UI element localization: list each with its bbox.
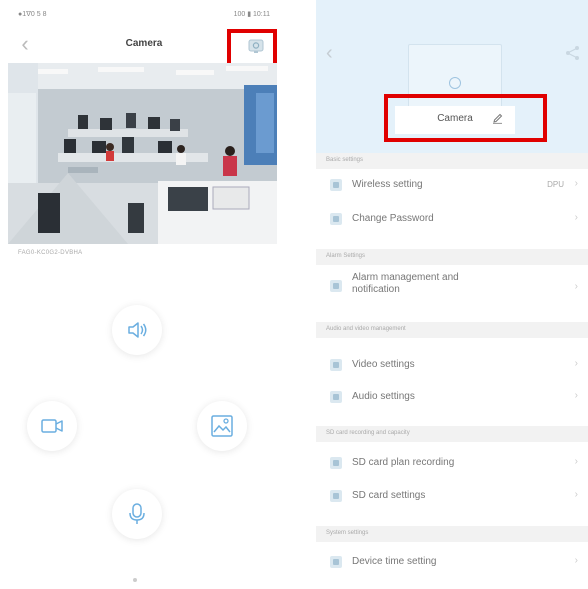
chevron-right-icon: › [574, 555, 578, 566]
device-time-setting-row[interactable]: Device time setting › [316, 546, 588, 578]
sd-card-icon [330, 457, 342, 469]
section-title: SD card recording and capacity [326, 430, 410, 436]
row-label: Device time setting [352, 556, 437, 567]
camera-name-field[interactable]: Camera [395, 106, 515, 134]
chevron-left-icon: ‹ [21, 31, 29, 56]
wifi-icon [330, 179, 342, 191]
section-title: Alarm Settings [326, 253, 366, 259]
section-header-basic: Basic settings [316, 153, 588, 169]
nav-bar: ‹ Camera [0, 30, 288, 62]
settings-button[interactable] [247, 37, 265, 55]
camera-subtitle-placeholder [412, 139, 497, 142]
record-icon [41, 419, 63, 433]
album-icon [211, 415, 233, 437]
chevron-right-icon: › [574, 212, 578, 223]
alarm-icon [330, 280, 342, 292]
microphone-icon [129, 503, 145, 524]
row-value: DPU [547, 180, 564, 189]
pencil-icon[interactable] [492, 113, 503, 124]
sd-card-plan-recording-row[interactable]: SD card plan recording › [316, 447, 588, 479]
share-icon [566, 46, 579, 60]
section-title: Basic settings [326, 157, 364, 163]
settings-header: ‹ Camera [316, 0, 588, 153]
speaker-button[interactable] [112, 305, 162, 355]
gear-icon [248, 39, 264, 53]
chevron-right-icon: › [574, 390, 578, 401]
record-button[interactable] [27, 401, 77, 451]
page-indicator [133, 578, 137, 582]
audio-icon [330, 391, 342, 403]
status-left: ●1ᐁ0 5 8 [18, 11, 47, 18]
speaker-icon [128, 322, 147, 338]
chevron-right-icon: › [574, 489, 578, 500]
clock-icon [330, 556, 342, 568]
page-title: Camera [125, 38, 163, 49]
live-video-feed[interactable] [8, 63, 277, 244]
chevron-right-icon: › [574, 358, 578, 369]
audio-settings-row[interactable]: Audio settings › [316, 381, 588, 413]
chevron-right-icon: › [574, 281, 578, 292]
row-label: Change Password [352, 213, 434, 224]
row-label: Alarm management and notification [352, 272, 459, 295]
section-title: System settings [326, 530, 369, 536]
row-label: Video settings [352, 359, 415, 370]
back-button[interactable]: ‹ [12, 32, 38, 58]
back-button[interactable]: ‹ [326, 42, 333, 65]
section-header-sd-card: SD card recording and capacity [316, 426, 588, 442]
camera-settings-screen: ‹ Camera Basic settings Wireless setting… [316, 0, 588, 589]
wireless-setting-row[interactable]: Wireless setting DPU › [316, 169, 588, 201]
status-bar: ●1ᐁ0 5 8 100 ▮ 10:11 [0, 10, 288, 22]
office-scene-image [8, 63, 277, 244]
share-button[interactable] [564, 44, 582, 62]
chevron-right-icon: › [574, 178, 578, 189]
row-label: Wireless setting [352, 179, 423, 190]
section-header-audio-video: Audio and video management [316, 322, 588, 338]
row-label: Audio settings [352, 391, 415, 402]
chevron-right-icon: › [574, 456, 578, 467]
sd-card-icon [330, 490, 342, 502]
sd-card-settings-row[interactable]: SD card settings › [316, 480, 588, 512]
row-label: SD card settings [352, 490, 426, 501]
video-settings-row[interactable]: Video settings › [316, 349, 588, 381]
video-icon [330, 359, 342, 371]
alarm-management-row[interactable]: Alarm management and notification › [316, 267, 588, 313]
chevron-left-icon: ‹ [326, 42, 333, 64]
lock-icon [330, 213, 342, 225]
section-title: Audio and video management [326, 326, 406, 332]
status-right: 100 ▮ 10:11 [233, 11, 270, 18]
section-header-system: System settings [316, 526, 588, 542]
camera-lens-icon [449, 77, 461, 89]
section-header-alarm: Alarm Settings [316, 249, 588, 265]
album-button[interactable] [197, 401, 247, 451]
row-label: SD card plan recording [352, 457, 455, 468]
microphone-button[interactable] [112, 489, 162, 539]
camera-live-screen: ●1ᐁ0 5 8 100 ▮ 10:11 ‹ Camera FAG0-KC0G2… [0, 0, 288, 589]
change-password-row[interactable]: Change Password › [316, 203, 588, 235]
device-id-label: FAG0-KC0G2-DVBHA [18, 250, 83, 256]
